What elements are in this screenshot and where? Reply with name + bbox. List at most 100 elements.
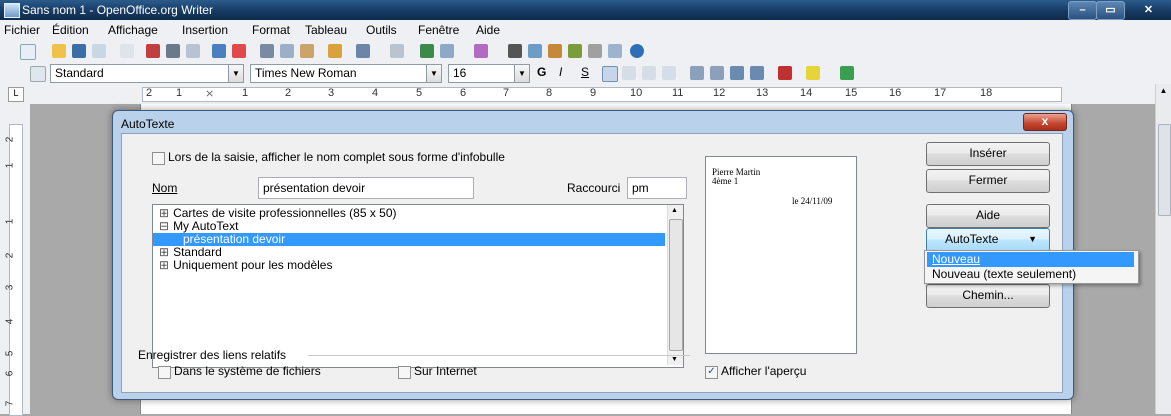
shortcut-input[interactable]: pm bbox=[627, 177, 687, 199]
close-button[interactable]: Fermer bbox=[926, 169, 1050, 193]
menu-edition[interactable]: Édition bbox=[52, 23, 89, 37]
copy-icon[interactable] bbox=[280, 44, 294, 58]
help-button[interactable]: Aide bbox=[926, 204, 1050, 228]
menu-format[interactable]: Format bbox=[252, 23, 290, 37]
styles-formatting-icon[interactable] bbox=[30, 66, 46, 82]
chevron-down-icon[interactable]: ▼ bbox=[228, 65, 243, 82]
font-name-select[interactable]: Times New Roman ▼ bbox=[250, 64, 442, 83]
chevron-down-icon[interactable]: ▼ bbox=[426, 65, 441, 82]
menu-outils[interactable]: Outils bbox=[366, 23, 397, 37]
ruler-mark: 2 bbox=[146, 87, 153, 99]
menu-aide[interactable]: Aide bbox=[476, 23, 500, 37]
menu-item-new-text-only[interactable]: Nouveau (texte seulement) bbox=[927, 267, 1134, 282]
writer-app-icon bbox=[4, 3, 20, 18]
bullets-icon[interactable] bbox=[710, 66, 724, 80]
vruler-mark: 2 bbox=[4, 136, 16, 143]
decrease-indent-icon[interactable] bbox=[730, 66, 744, 80]
indent-marker-icon[interactable]: ⨯ bbox=[205, 87, 214, 100]
horizontal-ruler[interactable]: L 2 1 ⨯ 1 2 3 4 5 6 7 8 9 10 11 12 13 14… bbox=[0, 84, 1171, 104]
font-size-select[interactable]: 16 ▼ bbox=[448, 64, 530, 83]
menu-insertion[interactable]: Insertion bbox=[182, 23, 228, 37]
maximize-button[interactable]: ▭ bbox=[1096, 1, 1125, 20]
navigator-icon[interactable] bbox=[528, 44, 542, 58]
spellcheck-icon[interactable] bbox=[212, 44, 226, 58]
autospellcheck-icon[interactable] bbox=[232, 44, 246, 58]
show-tooltip-checkbox[interactable] bbox=[152, 152, 165, 165]
dialog-close-button[interactable]: x bbox=[1023, 113, 1067, 131]
edit-file-icon[interactable] bbox=[120, 44, 134, 58]
menu-fenetre[interactable]: Fenêtre bbox=[418, 23, 459, 37]
underline-button[interactable]: S bbox=[581, 65, 589, 79]
menu-tableau[interactable]: Tableau bbox=[305, 23, 347, 37]
tree-item-label: Uniquement pour les modèles bbox=[173, 258, 333, 272]
close-window-button[interactable]: ✕ bbox=[1126, 1, 1171, 20]
find-replace-icon[interactable] bbox=[508, 44, 522, 58]
filesystem-checkbox[interactable] bbox=[158, 366, 171, 379]
email-icon[interactable] bbox=[92, 44, 106, 58]
export-pdf-icon[interactable] bbox=[146, 44, 160, 58]
menu-fichier[interactable]: Fichier bbox=[4, 23, 40, 37]
highlighting-icon[interactable] bbox=[806, 66, 820, 80]
collapse-icon[interactable]: ⊟ bbox=[159, 219, 169, 233]
menu-affichage[interactable]: Affichage bbox=[108, 23, 158, 37]
tree-scrollbar-thumb[interactable] bbox=[669, 219, 683, 351]
tree-item-presentation-devoir[interactable]: présentation devoir bbox=[153, 233, 665, 246]
standard-toolbar bbox=[0, 40, 1171, 62]
expand-icon[interactable]: ⊞ bbox=[159, 258, 169, 272]
show-preview-label: Afficher l'aperçu bbox=[721, 364, 807, 378]
hyperlink-icon[interactable] bbox=[420, 44, 434, 58]
print-preview-icon[interactable] bbox=[186, 44, 200, 58]
expand-icon[interactable]: ⊞ bbox=[159, 206, 169, 220]
draw-functions-icon[interactable] bbox=[474, 44, 488, 58]
autotext-menu-button[interactable]: AutoTexte ▼ bbox=[926, 228, 1050, 252]
chevron-down-icon[interactable]: ▼ bbox=[514, 65, 529, 82]
undo-icon[interactable] bbox=[356, 44, 370, 58]
format-paintbrush-icon[interactable] bbox=[328, 44, 342, 58]
increase-indent-icon[interactable] bbox=[750, 66, 764, 80]
scroll-up-icon[interactable]: ▲ bbox=[1158, 86, 1169, 96]
paragraph-style-select[interactable]: Standard ▼ bbox=[50, 64, 244, 83]
justify-icon[interactable] bbox=[662, 66, 676, 80]
minimize-button[interactable]: – bbox=[1068, 1, 1097, 20]
bold-button[interactable]: G bbox=[537, 65, 546, 79]
ruler-mark: 10 bbox=[630, 87, 643, 99]
show-preview-checkbox[interactable]: ✓ bbox=[705, 366, 718, 379]
vertical-ruler[interactable]: 2 1 1 2 3 4 5 6 7 bbox=[0, 104, 30, 416]
menu-item-new[interactable]: Nouveau bbox=[927, 252, 1134, 267]
italic-button[interactable]: I bbox=[559, 65, 562, 79]
insert-button[interactable]: Insérer bbox=[926, 142, 1050, 166]
autotext-tree[interactable]: ⊞ Cartes de visite professionnelles (85 x… bbox=[152, 204, 684, 368]
formatting-marks-icon[interactable] bbox=[588, 44, 602, 58]
help-icon[interactable] bbox=[630, 44, 644, 58]
tree-item-templates-only[interactable]: ⊞ Uniquement pour les modèles bbox=[153, 259, 653, 272]
scroll-up-icon[interactable]: ▲ bbox=[671, 207, 678, 214]
name-input[interactable]: présentation devoir bbox=[258, 177, 474, 199]
redo-icon[interactable] bbox=[390, 44, 404, 58]
data-sources-icon[interactable] bbox=[568, 44, 582, 58]
internet-checkbox[interactable] bbox=[398, 366, 411, 379]
save-icon[interactable] bbox=[72, 44, 86, 58]
zoom-icon[interactable] bbox=[608, 44, 622, 58]
expand-icon[interactable]: ⊞ bbox=[159, 245, 169, 259]
align-right-icon[interactable] bbox=[642, 66, 656, 80]
align-center-icon[interactable] bbox=[622, 66, 636, 80]
tab-stop-selector[interactable]: L bbox=[8, 87, 24, 102]
scrollbar-thumb[interactable] bbox=[1158, 124, 1171, 216]
ruler-mark: 7 bbox=[503, 87, 510, 99]
background-color-icon[interactable] bbox=[840, 66, 854, 80]
gallery-icon[interactable] bbox=[548, 44, 562, 58]
numbering-icon[interactable] bbox=[690, 66, 704, 80]
scroll-down-icon[interactable]: ▼ bbox=[671, 356, 678, 363]
table-icon[interactable] bbox=[440, 44, 454, 58]
vertical-scrollbar[interactable]: ▲ bbox=[1155, 84, 1171, 414]
path-button[interactable]: Chemin... bbox=[926, 284, 1050, 308]
align-left-icon[interactable] bbox=[602, 66, 618, 82]
cut-icon[interactable] bbox=[260, 44, 274, 58]
print-icon[interactable] bbox=[166, 44, 180, 58]
tree-scrollbar[interactable]: ▲ ▼ bbox=[667, 205, 683, 365]
new-document-icon[interactable] bbox=[20, 44, 36, 60]
tree-item-label: My AutoText bbox=[173, 219, 239, 233]
font-color-icon[interactable] bbox=[778, 66, 792, 80]
open-folder-icon[interactable] bbox=[52, 44, 66, 58]
paste-icon[interactable] bbox=[300, 44, 314, 58]
